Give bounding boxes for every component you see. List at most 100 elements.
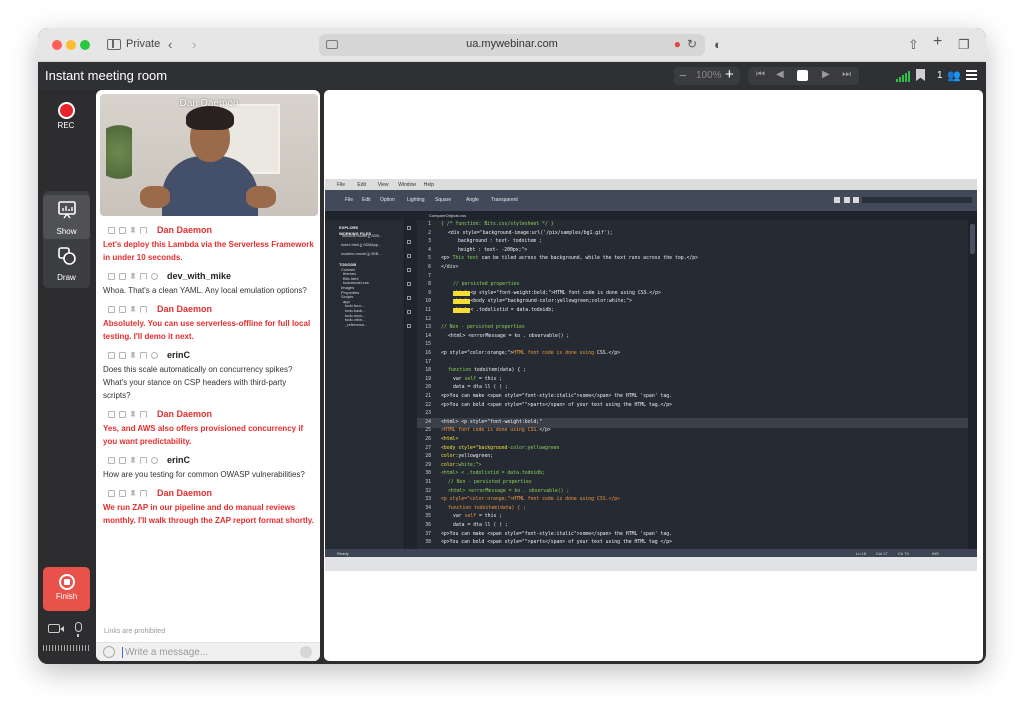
close-window-button[interactable] bbox=[52, 40, 62, 50]
share-icon[interactable]: ⇧ bbox=[908, 37, 919, 53]
reply-icon[interactable] bbox=[151, 273, 158, 280]
code-token: can be tiled across the background, whil… bbox=[478, 256, 699, 262]
reload-icon[interactable]: ↻ bbox=[687, 37, 697, 51]
delete-icon[interactable] bbox=[119, 306, 126, 313]
delete-icon[interactable] bbox=[119, 352, 126, 359]
current-page-indicator[interactable] bbox=[797, 70, 808, 81]
code-token: >HTML font code is done using CSS. bbox=[441, 428, 540, 434]
bookmark-icon[interactable] bbox=[140, 306, 147, 313]
code-token: <p style="color:orange;">HTML font code … bbox=[441, 497, 621, 503]
chat-input-bar: Write a message... bbox=[96, 642, 320, 661]
address-bar[interactable]: ua.mywebinar.com ● ↻ bbox=[319, 34, 705, 56]
record-button[interactable]: REC bbox=[54, 102, 78, 138]
message-input[interactable]: Write a message... bbox=[122, 647, 208, 658]
finish-button[interactable]: Finish bbox=[43, 567, 90, 611]
record-label: REC bbox=[57, 121, 75, 130]
bookmark-icon[interactable] bbox=[140, 411, 147, 418]
code-token: var bbox=[453, 376, 465, 382]
code-token: var bbox=[453, 514, 465, 520]
bookmark-icon[interactable] bbox=[140, 457, 147, 464]
chat-message: Dan Daemon Let's deploy this Lambda via t… bbox=[100, 224, 316, 264]
code-token: </div> bbox=[441, 265, 459, 270]
reply-icon[interactable] bbox=[151, 352, 158, 359]
copy-icon[interactable] bbox=[108, 490, 115, 497]
bookmark-icon[interactable] bbox=[916, 69, 925, 81]
participants-icon[interactable]: 👥 bbox=[947, 69, 961, 82]
delete-icon[interactable] bbox=[119, 227, 126, 234]
audio-level-meter bbox=[43, 645, 90, 651]
line-number: 37 bbox=[425, 531, 431, 537]
bookmark-icon[interactable] bbox=[140, 490, 147, 497]
zoom-window-button[interactable] bbox=[80, 40, 90, 50]
code-token: // Non - persisted properties bbox=[448, 480, 532, 485]
delete-icon[interactable] bbox=[119, 273, 126, 280]
code-text: color:yellowgreen; bbox=[441, 454, 493, 459]
delete-icon[interactable] bbox=[119, 411, 126, 418]
code-token: <p>You can make <span style="font-style:… bbox=[441, 531, 673, 537]
pin-icon[interactable] bbox=[130, 306, 136, 314]
tab-overview-icon[interactable]: ❐ bbox=[958, 37, 970, 53]
pin-icon[interactable] bbox=[130, 411, 136, 419]
copy-icon[interactable] bbox=[108, 273, 115, 280]
code-token: <html> <errorMessage = ko . observable()… bbox=[448, 488, 570, 494]
camera-icon[interactable] bbox=[48, 624, 64, 633]
editor-toolbar-item: Square bbox=[435, 197, 452, 203]
copy-icon[interactable] bbox=[108, 352, 115, 359]
bookmark-icon[interactable] bbox=[140, 352, 147, 359]
left-rail: REC Show Draw Finish bbox=[38, 90, 94, 664]
copy-icon[interactable] bbox=[108, 457, 115, 464]
code-text: <p>You can bold <span style="">parts</sp… bbox=[441, 403, 672, 408]
code-token: height : text- -200px;"> bbox=[458, 247, 528, 253]
line-number: 29 bbox=[425, 462, 431, 468]
reply-icon[interactable] bbox=[151, 457, 158, 464]
microphone-icon[interactable]: ● bbox=[674, 37, 681, 51]
pin-icon[interactable] bbox=[130, 352, 136, 360]
menu-icon[interactable] bbox=[966, 70, 977, 80]
editor-toolbar-item: Edit bbox=[362, 197, 371, 203]
presenter-hand-left bbox=[140, 186, 170, 208]
presentation-tools: Show Draw bbox=[43, 191, 90, 288]
draw-button[interactable]: Draw bbox=[43, 241, 90, 285]
code-token: <html> bbox=[453, 299, 471, 305]
copy-icon[interactable] bbox=[108, 227, 115, 234]
shared-menu-item: Window bbox=[398, 182, 416, 188]
copy-icon[interactable] bbox=[108, 306, 115, 313]
zoom-level: 100% bbox=[696, 70, 722, 81]
first-page-icon[interactable]: ⏮ bbox=[756, 69, 765, 80]
pin-icon[interactable] bbox=[130, 457, 136, 465]
code-text: <div style="background-image:url('/pix/s… bbox=[448, 231, 613, 236]
message-author: Dan Daemon bbox=[157, 409, 213, 419]
minimize-window-button[interactable] bbox=[66, 40, 76, 50]
show-button[interactable]: Show bbox=[43, 195, 90, 239]
send-icon[interactable] bbox=[300, 646, 312, 658]
code-token: = this ; bbox=[476, 376, 503, 382]
delete-icon[interactable] bbox=[119, 457, 126, 464]
previous-page-icon[interactable]: ◀ bbox=[776, 69, 784, 80]
delete-icon[interactable] bbox=[119, 490, 126, 497]
bookmark-icon[interactable] bbox=[140, 273, 147, 280]
forward-arrow-icon[interactable]: › bbox=[192, 37, 196, 53]
bookmark-icon[interactable] bbox=[140, 227, 147, 234]
code-token: <body style="background bbox=[441, 445, 508, 451]
finish-label: Finish bbox=[55, 592, 78, 601]
zoom-in-button[interactable]: + bbox=[725, 66, 734, 83]
microphone-toggle-icon[interactable] bbox=[75, 622, 82, 637]
next-page-icon[interactable]: ▶ bbox=[822, 69, 830, 80]
back-arrow-icon[interactable]: ‹ bbox=[168, 37, 172, 53]
pin-icon[interactable] bbox=[130, 273, 136, 281]
emoji-icon[interactable] bbox=[103, 646, 115, 658]
zoom-out-button[interactable]: − bbox=[679, 68, 687, 83]
pin-icon[interactable] bbox=[130, 227, 136, 235]
shield-icon[interactable]: ◐ bbox=[714, 37, 722, 53]
sidebar-toggle-icon[interactable] bbox=[107, 39, 121, 50]
last-page-icon[interactable]: ⏭ bbox=[842, 69, 851, 80]
code-text: function todoitem(data) { ; bbox=[448, 506, 526, 511]
shapes-icon bbox=[57, 247, 76, 265]
message-actions bbox=[108, 273, 158, 281]
new-tab-icon[interactable]: + bbox=[933, 34, 942, 50]
pin-icon[interactable] bbox=[130, 490, 136, 498]
copy-icon[interactable] bbox=[108, 411, 115, 418]
line-number: 6 bbox=[428, 265, 431, 270]
chat-panel: Dan Daemon Dan Daemon Let's deploy this L… bbox=[96, 90, 320, 661]
line-number: 32 bbox=[425, 488, 431, 494]
